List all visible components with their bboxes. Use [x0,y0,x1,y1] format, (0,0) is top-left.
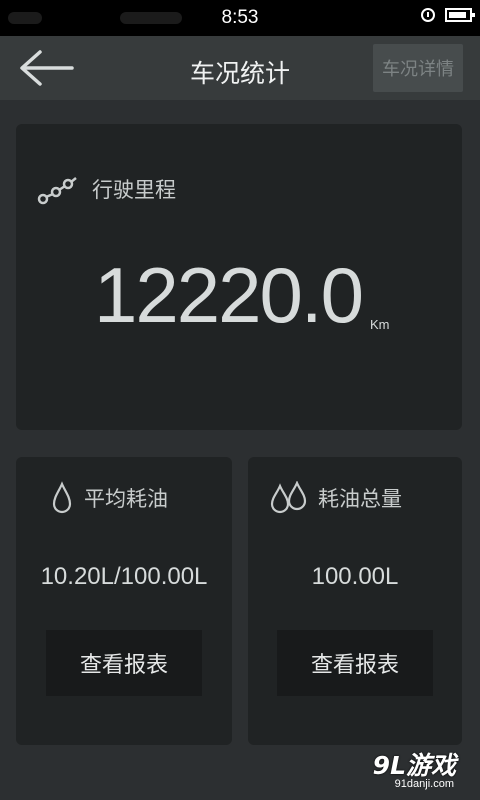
site-watermark: 9L游戏 91danji.com [354,746,472,792]
vehicle-details-button[interactable]: 车况详情 [373,44,463,92]
main-content: 行驶里程 12220.0 Km 平均耗油 10.20L/100.00L 查看报表… [0,100,480,800]
header-bar: 车况统计 车况详情 [0,36,480,100]
status-bar: 8:53 [0,0,480,36]
mileage-label: 行驶里程 [92,178,176,202]
mileage-card: 行驶里程 12220.0 Km [16,124,462,430]
total-fuel-report-button[interactable]: 查看报表 [277,630,433,696]
battery-icon [445,8,475,22]
status-icons [421,8,475,22]
total-fuel-value: 100.00L [311,563,399,590]
total-fuel-label: 耗油总量 [318,487,402,511]
double-drop-icon [270,481,307,514]
drop-icon [52,481,72,514]
average-fuel-report-button[interactable]: 查看报表 [46,630,202,696]
watermark-logo-text: 9L游戏 [372,751,456,780]
alarm-clock-icon [421,8,435,22]
mileage-unit: Km [370,317,390,332]
watermark-url: 91danji.com [394,778,454,790]
back-button[interactable] [18,48,76,88]
back-arrow-icon [20,50,74,86]
route-icon [37,177,77,205]
average-fuel-value: 10.20L/100.00L [40,563,208,590]
mileage-value: 12220.0 [94,251,364,339]
average-fuel-label: 平均耗油 [84,487,168,511]
total-fuel-card: 耗油总量 100.00L 查看报表 [248,457,462,745]
status-time: 8:53 [221,7,259,28]
average-fuel-card: 平均耗油 10.20L/100.00L 查看报表 [16,457,232,745]
